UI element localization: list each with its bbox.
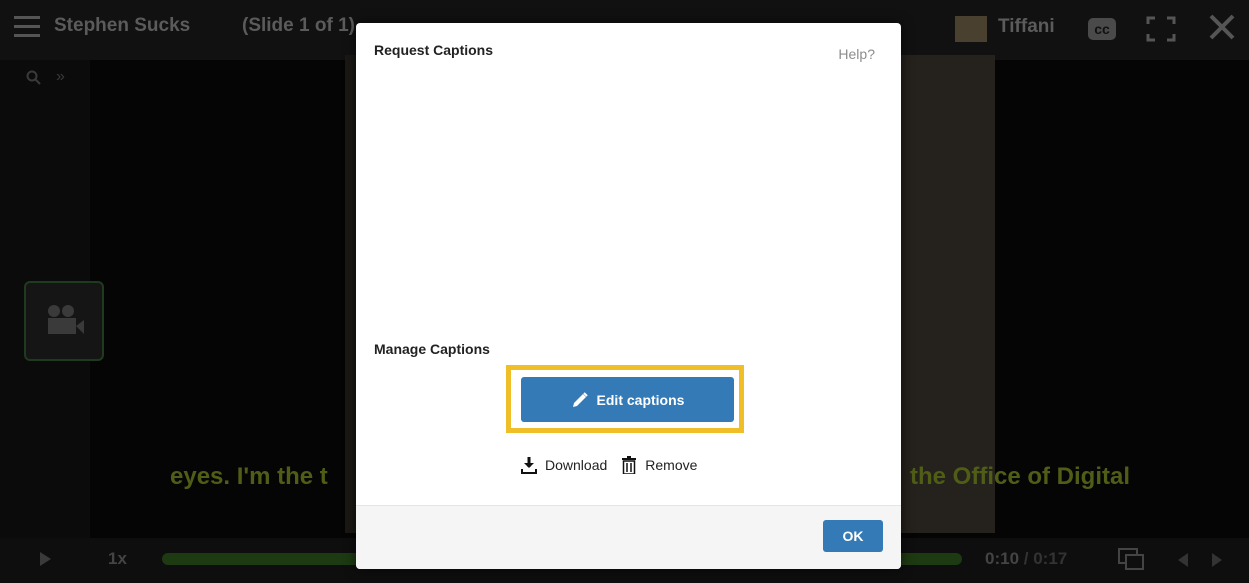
edit-captions-button[interactable]: Edit captions bbox=[521, 377, 734, 422]
captions-dialog: Request Captions Help? Manage Captions E… bbox=[356, 23, 901, 569]
next-icon[interactable] bbox=[1212, 553, 1222, 567]
closed-captions-icon[interactable]: cc bbox=[1088, 18, 1116, 40]
dialog-footer: OK bbox=[356, 505, 901, 569]
playback-speed[interactable]: 1x bbox=[108, 549, 127, 569]
video-caption-left: eyes. I'm the t bbox=[170, 463, 328, 490]
manage-captions-heading: Manage Captions bbox=[374, 341, 490, 357]
video-camera-icon bbox=[48, 305, 84, 334]
previous-icon[interactable] bbox=[1178, 553, 1188, 567]
edit-captions-label: Edit captions bbox=[596, 391, 685, 408]
pencil-icon bbox=[572, 391, 588, 407]
picture-in-picture-icon[interactable] bbox=[1118, 548, 1144, 570]
caption-actions: Download Remove bbox=[521, 453, 697, 477]
camera-button[interactable] bbox=[24, 281, 104, 361]
search-icon[interactable] bbox=[26, 70, 42, 86]
remove-captions-link[interactable]: Remove bbox=[621, 456, 697, 474]
slide-counter: (Slide 1 of 1) bbox=[242, 15, 355, 36]
download-icon bbox=[521, 457, 537, 474]
trash-icon bbox=[622, 456, 637, 474]
ok-button[interactable]: OK bbox=[823, 520, 883, 552]
user-name: Tiffani bbox=[998, 16, 1055, 37]
expand-panel-icon[interactable]: » bbox=[56, 68, 65, 86]
help-link[interactable]: Help? bbox=[838, 46, 875, 62]
user-avatar bbox=[955, 16, 987, 42]
close-icon[interactable] bbox=[1208, 12, 1236, 42]
time-display: 0:10 / 0:17 bbox=[985, 549, 1067, 569]
time-current: 0:10 bbox=[985, 549, 1020, 568]
remove-label: Remove bbox=[645, 457, 698, 473]
play-icon[interactable] bbox=[40, 552, 51, 566]
video-title: Stephen Sucks bbox=[54, 15, 191, 36]
download-captions-link[interactable]: Download bbox=[521, 456, 607, 474]
download-label: Download bbox=[545, 457, 608, 473]
hamburger-menu-icon[interactable] bbox=[14, 16, 40, 38]
dialog-title: Request Captions bbox=[374, 42, 494, 58]
fullscreen-icon[interactable] bbox=[1146, 16, 1176, 42]
video-caption-right: the Office of Digital bbox=[910, 463, 1131, 490]
time-total: / 0:17 bbox=[1023, 549, 1068, 568]
